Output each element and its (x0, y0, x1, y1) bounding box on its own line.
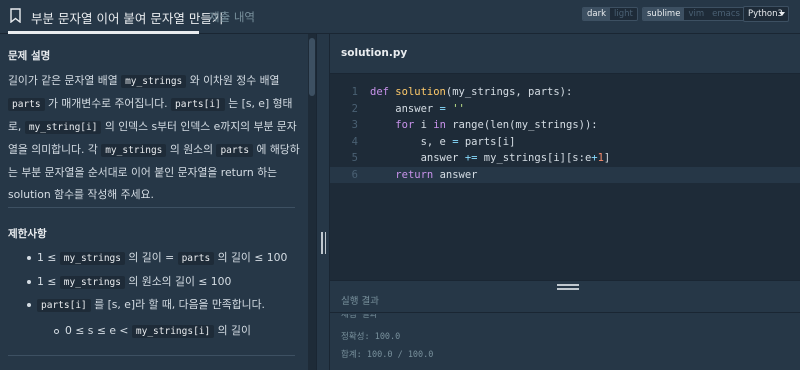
inline-code: parts (216, 144, 254, 157)
line-number: 5 (351, 152, 358, 165)
code-token: '' (452, 102, 465, 115)
accuracy-result: 정확성: 100.0 (341, 332, 401, 342)
scrollbar-thumb[interactable] (309, 38, 315, 96)
section-divider (8, 355, 295, 356)
constraint-item: 1 ≤ my_strings 의 원소의 길이 ≤ 100 (27, 273, 231, 289)
code-line[interactable]: 4 s, e = parts[i] (330, 134, 800, 150)
inline-code: parts (8, 98, 45, 111)
inline-code: my_string[i] (24, 121, 102, 134)
language-select[interactable]: Python3 (743, 6, 789, 22)
code-token: s, e (370, 135, 453, 148)
problem-panel[interactable]: 문제 설명 길이가 같은 문자열 배열 my_strings 와 이차원 정수 … (0, 34, 316, 370)
code-line[interactable]: 3 for i in range(len(my_strings)): (330, 117, 800, 133)
code-token: range(len(my_strings)): (452, 119, 598, 132)
splitter-grip-icon (321, 232, 323, 254)
code-text: s, e = parts[i] (370, 134, 516, 150)
constraint-item: 1 ≤ my_strings 의 길이 = parts 의 길이 ≤ 100 (27, 249, 287, 265)
hollow-bullet-icon (54, 328, 59, 334)
code-token: def (370, 86, 396, 98)
code-token: i (420, 119, 434, 132)
code-line[interactable]: 6 return answer (330, 167, 800, 183)
line-number: 2 (351, 102, 358, 115)
result-panel: 실행 결과 채점 결과 정확성: 100.0 합계: 100.0 / 100.0 (330, 290, 800, 370)
line-number: 1 (351, 86, 358, 98)
bullet-icon (27, 303, 31, 307)
description-heading: 문제 설명 (8, 50, 51, 62)
code-token: answer (439, 169, 478, 181)
resize-grip-icon (557, 284, 579, 286)
result-divider (330, 312, 800, 313)
result-partial-line: 채점 결과 (341, 310, 378, 320)
code-text: def solution(my_strings, parts): (370, 84, 572, 100)
code-token: answer (370, 102, 440, 115)
code-token: in (433, 119, 453, 132)
code-token: = (452, 135, 465, 148)
inline-code: my_strings (121, 75, 187, 88)
chevron-down-icon (779, 12, 785, 16)
result-title: 실행 결과 (341, 296, 379, 307)
file-name: solution.py (341, 47, 408, 59)
tab-problem-title[interactable]: 부분 문자열 이어 붙여 문자열 만들기 (31, 8, 223, 27)
theme-dark-button[interactable]: dark (583, 8, 611, 20)
splitter-grip-icon (324, 232, 326, 254)
bookmark-icon[interactable] (10, 8, 21, 23)
section-divider (8, 207, 295, 208)
inline-code: parts[i] (171, 98, 225, 111)
keymap-sublime-button[interactable]: sublime (643, 8, 685, 20)
panel-splitter[interactable] (316, 34, 330, 370)
code-text: answer += my_strings[i][s:e+1] (370, 150, 611, 166)
constraint-item: parts[i] 를 [s, e]라 할 때, 다음을 만족합니다. (27, 296, 265, 312)
result-resize-handle[interactable] (330, 280, 800, 290)
line-number: 4 (351, 135, 358, 148)
editor-header: solution.py (330, 34, 800, 74)
code-text: for i in range(len(my_strings)): (370, 117, 598, 133)
code-line[interactable]: 2 answer = '' (330, 101, 800, 117)
constraints-heading: 제한사항 (8, 228, 47, 240)
description-text: 길이가 같은 문자열 배열 (8, 74, 122, 87)
bullet-icon (27, 280, 31, 284)
code-token: for (395, 119, 421, 132)
keymap-vim-button[interactable]: vim (684, 8, 709, 20)
line-number: 6 (351, 169, 358, 181)
code-token: += (464, 152, 484, 165)
code-token: ] (603, 152, 611, 165)
code-text: return answer (370, 167, 478, 183)
code-editor[interactable]: 1 def solution(my_strings, parts): 2 answe… (330, 74, 800, 280)
inline-code: my_strings (101, 144, 167, 157)
theme-toggle: dark light (582, 7, 638, 21)
code-line[interactable]: 5 answer += my_strings[i][s:e+1] (330, 150, 800, 166)
code-token: parts[i] (464, 135, 516, 148)
description-text: 가 매개변수로 주어집니다. (44, 97, 172, 110)
code-token: my_strings[i][s:e (483, 152, 592, 165)
description-text: 의 원소의 (166, 143, 217, 156)
code-line[interactable]: 1 def solution(my_strings, parts): (330, 84, 800, 100)
line-number: 3 (351, 119, 358, 132)
code-token: answer (370, 152, 465, 165)
problem-description: 길이가 같은 문자열 배열 my_strings 와 이차원 정수 배열 par… (8, 70, 300, 206)
code-token: = (439, 102, 453, 115)
keymap-emacs-button[interactable]: emacs (708, 8, 744, 20)
language-value: Python3 (748, 9, 783, 19)
bullet-icon (27, 256, 31, 260)
theme-light-button[interactable]: light (610, 8, 637, 20)
code-token: (my_strings, parts): (445, 86, 573, 98)
code-text: answer = '' (370, 101, 465, 117)
tab-submissions[interactable]: 제출 내역 (209, 9, 255, 25)
problem-scrollbar[interactable] (308, 34, 316, 370)
description-text: 와 이차원 정수 배열 (186, 74, 280, 87)
keymap-toggle: sublime vim emacs (642, 7, 745, 21)
total-result: 합계: 100.0 / 100.0 (341, 350, 434, 360)
top-bar: 부분 문자열 이어 붙여 문자열 만들기 제출 내역 dark light su… (0, 0, 800, 34)
code-token: return (395, 169, 440, 181)
code-token: solution (395, 86, 446, 98)
sub-constraint-item: 0 ≤ s ≤ e < my_strings[i] 의 길이 (54, 322, 251, 338)
